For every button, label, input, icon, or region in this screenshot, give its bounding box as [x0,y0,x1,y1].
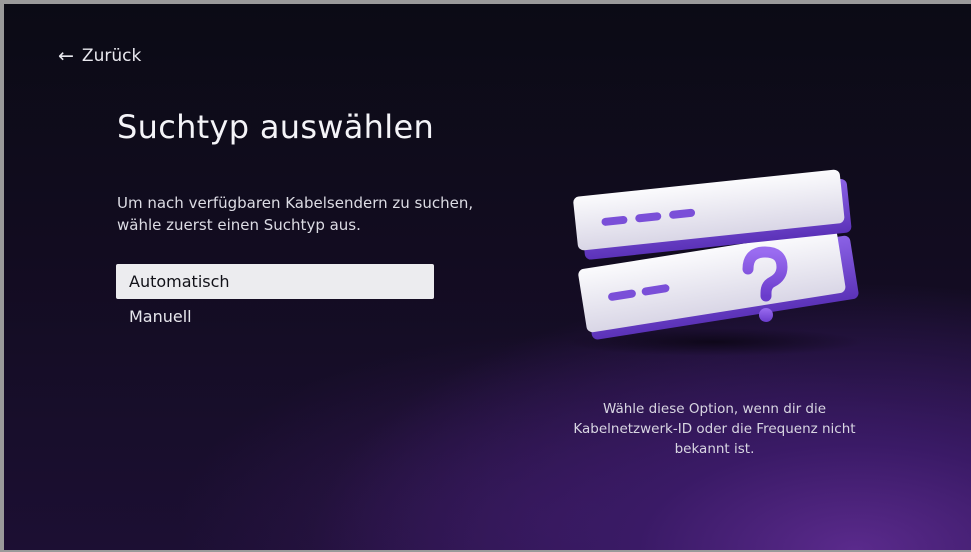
option-manual[interactable]: Manuell [116,299,434,334]
option-label: Manuell [129,307,192,326]
option-automatic[interactable]: Automatisch [116,264,434,299]
search-type-list: Automatisch Manuell [116,264,434,334]
page-description: Um nach verfügbaren Kabelsendern zu such… [117,194,474,234]
arrow-left-icon: ← [58,44,74,67]
option-hint: Wähle diese Option, wenn dir die Kabelne… [573,401,856,457]
setup-screen: ← Zurück Suchtyp auswählen Um nach verfü… [4,4,971,550]
back-button[interactable]: ← Zurück [58,46,141,66]
search-fields-question-icon [564,169,864,356]
back-label: Zurück [81,46,142,66]
option-label: Automatisch [129,272,230,291]
page-title: Suchtyp auswählen [117,108,435,146]
